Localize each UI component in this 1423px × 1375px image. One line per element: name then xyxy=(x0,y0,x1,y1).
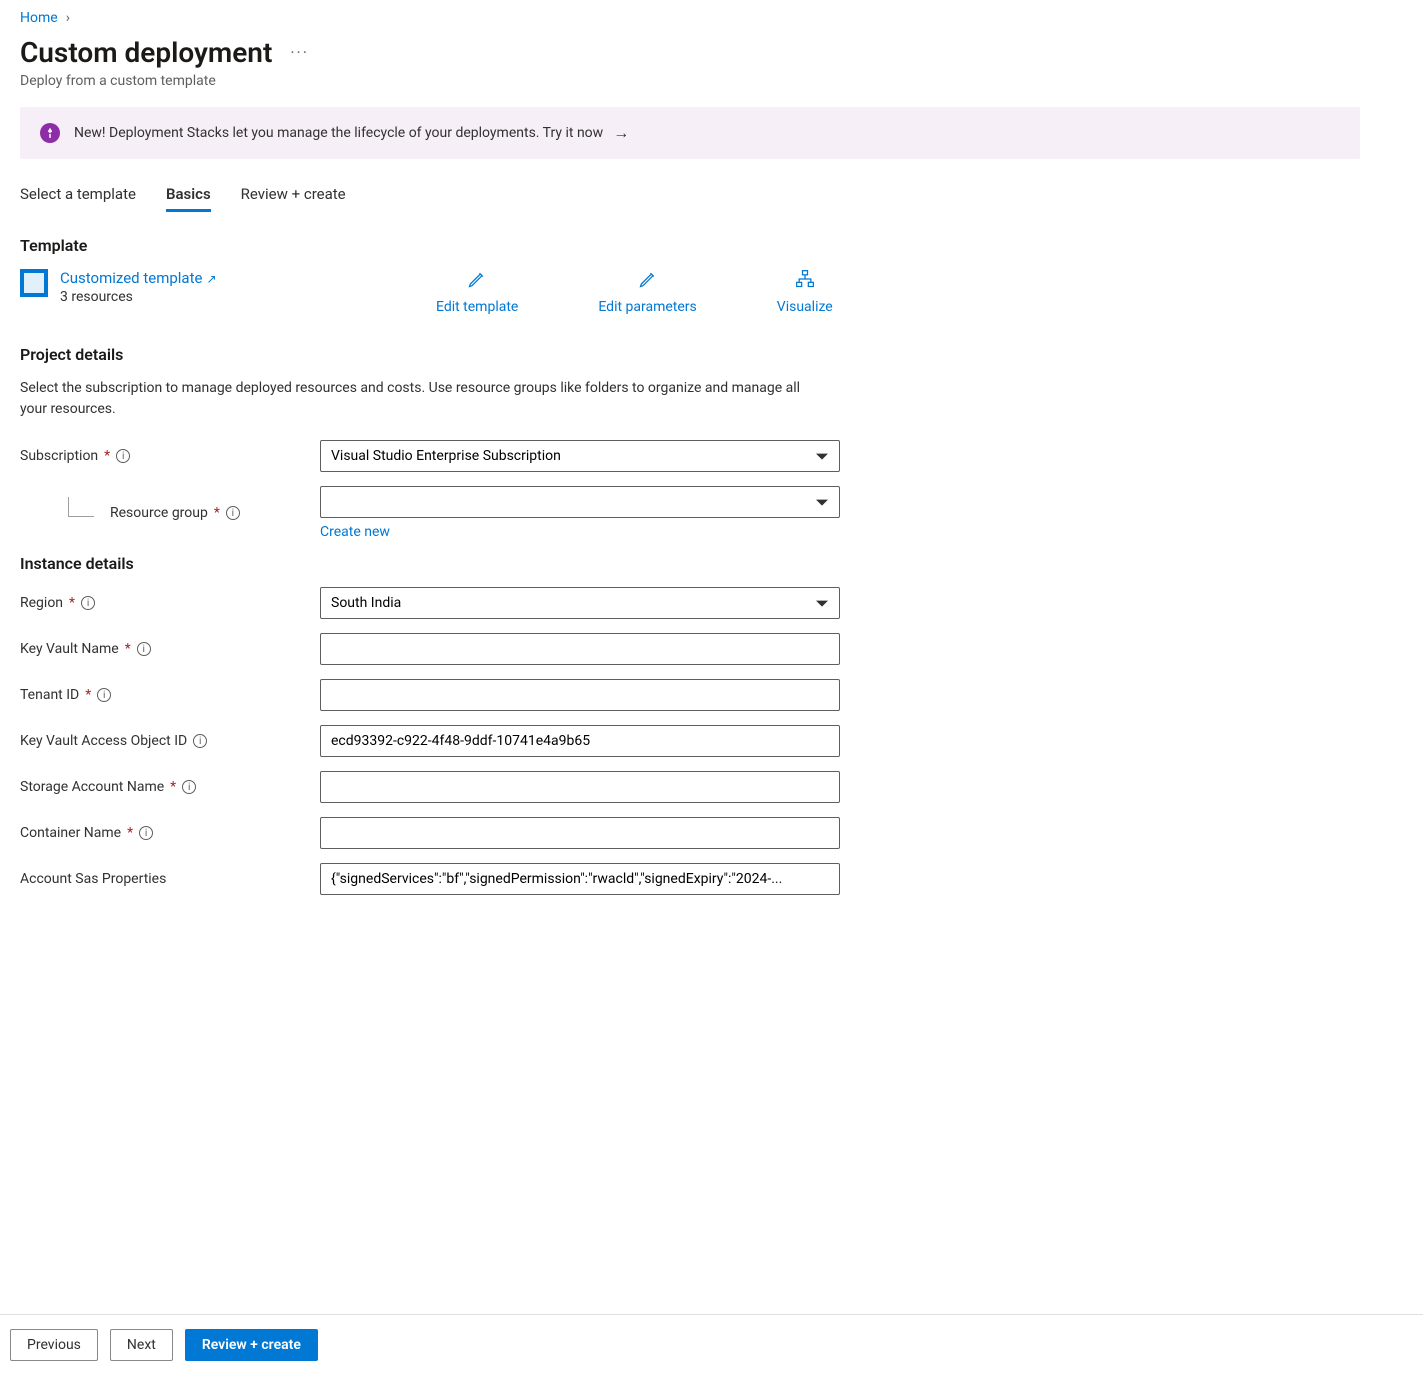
arrow-right-icon xyxy=(613,123,629,143)
required-asterisk: * xyxy=(170,779,176,795)
project-details-description: Select the subscription to manage deploy… xyxy=(20,378,820,420)
edit-template-label: Edit template xyxy=(436,299,518,315)
edit-template-button[interactable]: Edit template xyxy=(436,269,518,315)
required-asterisk: * xyxy=(125,641,131,657)
key-vault-name-input[interactable] xyxy=(320,633,840,665)
hierarchy-icon xyxy=(795,269,815,293)
info-icon[interactable]: i xyxy=(116,449,130,463)
tab-review-create[interactable]: Review + create xyxy=(241,185,346,212)
key-vault-name-label: Key Vault Name xyxy=(20,641,119,657)
banner-text: New! Deployment Stacks let you manage th… xyxy=(74,125,603,141)
info-icon[interactable]: i xyxy=(193,734,207,748)
rocket-icon xyxy=(40,123,60,143)
storage-account-name-label: Storage Account Name xyxy=(20,779,164,795)
required-asterisk: * xyxy=(69,595,75,611)
instance-details-heading: Instance details xyxy=(20,554,1360,573)
review-create-button[interactable]: Review + create xyxy=(185,1329,318,1361)
kv-access-object-id-input[interactable] xyxy=(320,725,840,757)
page-subtitle: Deploy from a custom template xyxy=(20,73,1360,89)
storage-account-name-input[interactable] xyxy=(320,771,840,803)
pencil-icon xyxy=(467,269,487,293)
info-icon[interactable]: i xyxy=(226,506,240,520)
visualize-button[interactable]: Visualize xyxy=(777,269,833,315)
page-title: Custom deployment xyxy=(20,36,272,69)
required-asterisk: * xyxy=(104,448,110,464)
resource-group-label: Resource group xyxy=(110,505,208,521)
kv-access-object-id-label: Key Vault Access Object ID xyxy=(20,733,187,749)
visualize-label: Visualize xyxy=(777,299,833,315)
tenant-id-label: Tenant ID xyxy=(20,687,79,703)
account-sas-properties-input[interactable] xyxy=(320,863,840,895)
template-section-heading: Template xyxy=(20,236,1360,255)
region-label: Region xyxy=(20,595,63,611)
required-asterisk: * xyxy=(127,825,133,841)
tab-basics[interactable]: Basics xyxy=(166,185,211,212)
container-name-label: Container Name xyxy=(20,825,121,841)
info-banner[interactable]: New! Deployment Stacks let you manage th… xyxy=(20,107,1360,159)
info-icon[interactable]: i xyxy=(139,826,153,840)
required-asterisk: * xyxy=(214,505,220,521)
required-asterisk: * xyxy=(85,687,91,703)
pencil-icon xyxy=(638,269,658,293)
info-icon[interactable]: i xyxy=(137,642,151,656)
customized-template-link[interactable]: Customized template xyxy=(60,269,217,287)
subscription-label: Subscription xyxy=(20,448,98,464)
chevron-right-icon: › xyxy=(66,10,70,26)
tenant-id-input[interactable] xyxy=(320,679,840,711)
tree-line-icon xyxy=(68,497,94,517)
template-resource-count: 3 resources xyxy=(60,289,217,305)
breadcrumb: Home › xyxy=(20,10,1360,26)
breadcrumb-home[interactable]: Home xyxy=(20,10,58,26)
info-icon[interactable]: i xyxy=(182,780,196,794)
edit-parameters-label: Edit parameters xyxy=(598,299,696,315)
footer-bar: Previous Next Review + create xyxy=(0,1314,1423,1375)
region-select[interactable]: South India xyxy=(320,587,840,619)
resource-group-select[interactable] xyxy=(320,486,840,518)
subscription-select[interactable]: Visual Studio Enterprise Subscription xyxy=(320,440,840,472)
project-details-heading: Project details xyxy=(20,345,1360,364)
tabs: Select a template Basics Review + create xyxy=(20,185,1360,212)
info-icon[interactable]: i xyxy=(97,688,111,702)
info-icon[interactable]: i xyxy=(81,596,95,610)
account-sas-properties-label: Account Sas Properties xyxy=(20,871,166,887)
previous-button[interactable]: Previous xyxy=(10,1329,98,1361)
create-new-link[interactable]: Create new xyxy=(320,524,390,540)
container-name-input[interactable] xyxy=(320,817,840,849)
more-actions-button[interactable]: ··· xyxy=(290,43,309,62)
template-icon xyxy=(20,269,48,297)
tab-select-template[interactable]: Select a template xyxy=(20,185,136,212)
edit-parameters-button[interactable]: Edit parameters xyxy=(598,269,696,315)
next-button[interactable]: Next xyxy=(110,1329,173,1361)
